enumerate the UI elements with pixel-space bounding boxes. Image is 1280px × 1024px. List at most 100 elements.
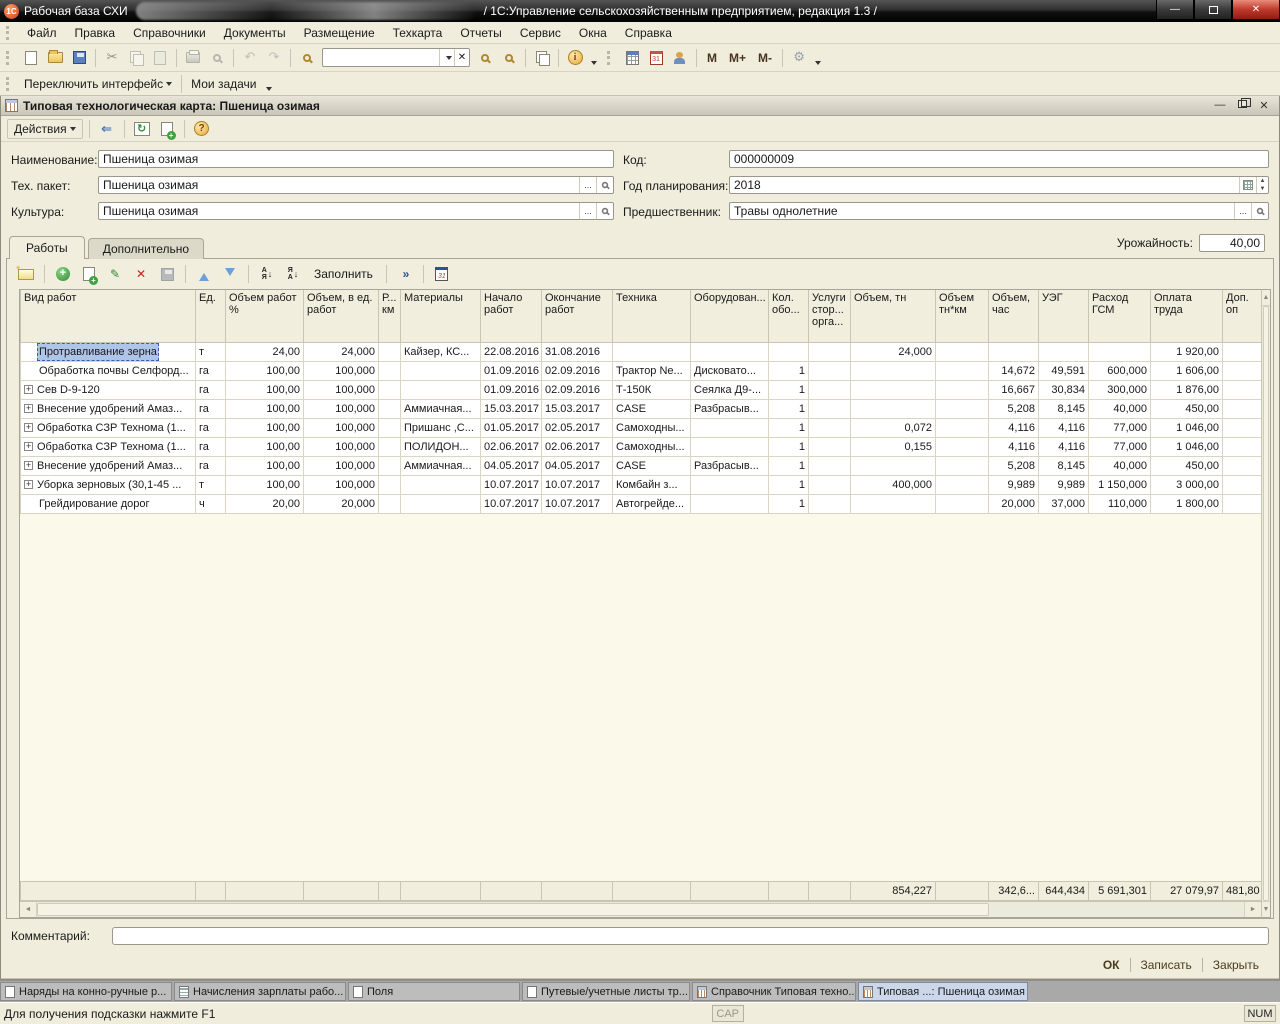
toolbar-grip[interactable] <box>6 51 13 65</box>
close-button[interactable]: ✕ <box>1232 0 1280 20</box>
column-header[interactable]: Объем работ % <box>226 290 304 342</box>
add-icon[interactable]: + <box>52 263 74 285</box>
table-cell[interactable] <box>1223 437 1263 456</box>
my-tasks-button[interactable]: Мои задачи <box>185 75 262 93</box>
table-cell[interactable]: 450,00 <box>1151 399 1223 418</box>
table-cell[interactable]: 100,000 <box>304 418 379 437</box>
table-cell[interactable]: 0,155 <box>851 437 936 456</box>
table-cell[interactable] <box>401 380 481 399</box>
table-cell[interactable] <box>613 342 691 361</box>
predecessor-field[interactable]: Травы однолетние ... <box>729 202 1269 220</box>
table-cell[interactable]: 100,00 <box>226 399 304 418</box>
table-cell[interactable]: 02.09.2016 <box>542 361 613 380</box>
table-cell[interactable] <box>1223 418 1263 437</box>
table-cell[interactable]: 4,116 <box>989 418 1039 437</box>
table-cell[interactable]: 20,000 <box>304 494 379 513</box>
table-cell[interactable]: 1 <box>769 475 809 494</box>
table-cell[interactable]: 1 606,00 <box>1151 361 1223 380</box>
table-cell[interactable] <box>691 437 769 456</box>
user-lock-icon[interactable] <box>669 47 691 69</box>
table-cell[interactable]: 04.05.2017 <box>542 456 613 475</box>
column-header[interactable]: Расход ГСМ <box>1089 290 1151 342</box>
my-tasks-dropdown-icon[interactable] <box>266 87 272 91</box>
table-cell[interactable] <box>379 475 401 494</box>
table-cell[interactable]: +Обработка СЗР Технома (1... <box>21 437 196 456</box>
table-cell[interactable] <box>691 342 769 361</box>
table-cell[interactable]: +Обработка СЗР Технома (1... <box>21 418 196 437</box>
table-cell[interactable]: 1 046,00 <box>1151 437 1223 456</box>
table-cell[interactable]: +Внесение удобрений Амаз... <box>21 399 196 418</box>
table-cell[interactable]: 10.07.2017 <box>542 494 613 513</box>
table-cell[interactable]: 1 <box>769 456 809 475</box>
search-combobox[interactable]: ✕ <box>322 48 470 67</box>
table-cell[interactable] <box>379 361 401 380</box>
copy-row-icon[interactable] <box>78 263 100 285</box>
taskbar-item[interactable]: Поля <box>348 982 520 1001</box>
table-cell[interactable] <box>379 380 401 399</box>
table-cell[interactable]: 1 <box>769 437 809 456</box>
table-cell[interactable]: 100,00 <box>226 418 304 437</box>
culture-lookup-icon[interactable] <box>596 203 613 219</box>
table-cell[interactable]: CASE <box>613 399 691 418</box>
table-cell[interactable] <box>769 342 809 361</box>
table-cell[interactable]: +Уборка зерновых (30,1-45 ... <box>21 475 196 494</box>
column-header[interactable]: Вид работ <box>21 290 196 342</box>
column-header[interactable]: Материалы <box>401 290 481 342</box>
table-cell[interactable]: 77,000 <box>1089 418 1151 437</box>
table-row[interactable]: +Внесение удобрений Амаз...га100,00100,0… <box>21 456 1263 475</box>
table-cell[interactable]: 400,000 <box>851 475 936 494</box>
table-cell[interactable]: 22.08.2016 <box>481 342 542 361</box>
table-row[interactable]: +Обработка СЗР Технома (1...га100,00100,… <box>21 418 1263 437</box>
table-cell[interactable] <box>809 475 851 494</box>
memory-m-button[interactable]: M <box>702 51 722 65</box>
name-field[interactable]: Пшеница озимая <box>98 150 614 168</box>
table-cell[interactable]: 5,208 <box>989 399 1039 418</box>
table-cell[interactable]: ПОЛИДОН... <box>401 437 481 456</box>
table-cell[interactable]: 4,116 <box>1039 418 1089 437</box>
table-row[interactable]: Протравливание зернат24,0024,000Кайзер, … <box>21 342 1263 361</box>
find-previous-icon[interactable] <box>498 47 520 69</box>
table-cell[interactable]: 10.07.2017 <box>481 494 542 513</box>
table-cell[interactable]: 300,000 <box>1089 380 1151 399</box>
table-cell[interactable]: Обработка почвы Селфорд... <box>21 361 196 380</box>
table-cell[interactable]: 02.09.2016 <box>542 380 613 399</box>
table-cell[interactable] <box>691 475 769 494</box>
column-header[interactable]: Кол. обо... <box>769 290 809 342</box>
table-cell[interactable]: Самоходны... <box>613 437 691 456</box>
cut-icon[interactable]: ✂ <box>101 47 123 69</box>
table-cell[interactable] <box>936 399 989 418</box>
table-cell[interactable] <box>851 361 936 380</box>
code-field[interactable]: 000000009 <box>729 150 1269 168</box>
undo-icon[interactable]: ↶ <box>239 47 261 69</box>
table-cell[interactable]: га <box>196 399 226 418</box>
table-cell[interactable]: 100,000 <box>304 380 379 399</box>
actions-menu-button[interactable]: Действия <box>7 119 83 139</box>
menu-item[interactable]: Справка <box>616 24 681 42</box>
table-cell[interactable] <box>851 399 936 418</box>
scroll-right-icon[interactable]: ► <box>1244 902 1261 917</box>
horizontal-scrollbar[interactable]: ◄ ► <box>20 901 1261 917</box>
table-cell[interactable] <box>936 418 989 437</box>
taskbar-item[interactable]: Наряды на конно-ручные р... <box>0 982 172 1001</box>
table-cell[interactable] <box>809 437 851 456</box>
table-cell[interactable] <box>989 342 1039 361</box>
expand-row-icon[interactable]: + <box>24 480 33 489</box>
table-cell[interactable]: Самоходны... <box>613 418 691 437</box>
table-cell[interactable]: Протравливание зерна <box>21 342 196 361</box>
print-icon[interactable] <box>182 47 204 69</box>
sort-ascending-icon[interactable]: АЯ↓ <box>256 263 278 285</box>
table-cell[interactable]: 4,116 <box>1039 437 1089 456</box>
table-cell[interactable]: га <box>196 361 226 380</box>
copy-icon[interactable] <box>125 47 147 69</box>
table-cell[interactable]: 14,672 <box>989 361 1039 380</box>
find-next-icon[interactable] <box>474 47 496 69</box>
table-cell[interactable]: га <box>196 437 226 456</box>
table-cell[interactable]: 20,00 <box>226 494 304 513</box>
table-cell[interactable]: 100,000 <box>304 437 379 456</box>
table-cell[interactable] <box>401 494 481 513</box>
menu-item[interactable]: Отчеты <box>451 24 510 42</box>
menu-item[interactable]: Документы <box>215 24 295 42</box>
table-cell[interactable] <box>1039 342 1089 361</box>
table-row[interactable]: +Внесение удобрений Амаз...га100,00100,0… <box>21 399 1263 418</box>
table-cell[interactable]: 100,00 <box>226 456 304 475</box>
